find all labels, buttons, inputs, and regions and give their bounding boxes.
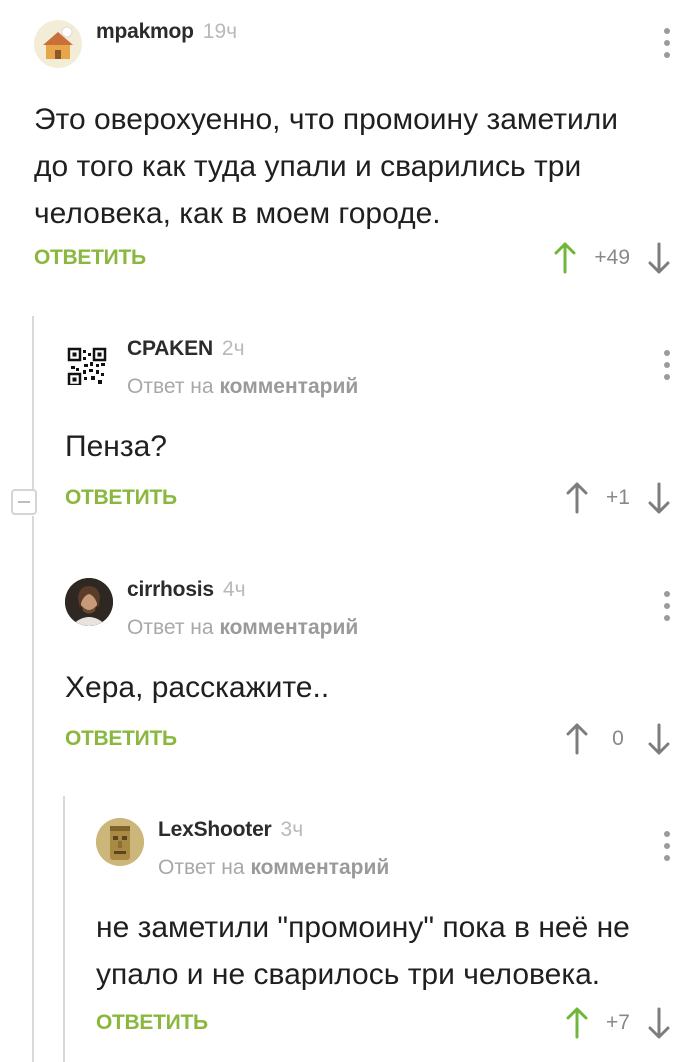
- person-icon: [65, 578, 113, 626]
- comment-text: Это оверохуенно, что промоину заметили д…: [34, 103, 618, 230]
- reply-to-line: Ответ на комментарий: [127, 375, 359, 398]
- reply-to-link[interactable]: комментарий: [250, 856, 389, 879]
- comment-footer: ОТВЕТИТЬ +7: [96, 1003, 700, 1043]
- comment-meta: LexShooter 3ч Ответ на комментарий: [158, 818, 389, 880]
- comment-header: mpakmop 19ч: [34, 20, 237, 68]
- thread-line-level-2: [63, 796, 65, 1062]
- downvote-arrow-icon[interactable]: [644, 721, 674, 757]
- comment-time: 2ч: [221, 337, 245, 360]
- reply-button[interactable]: ОТВЕТИТЬ: [65, 727, 177, 751]
- vote-controls: +49: [550, 238, 674, 278]
- more-options-icon[interactable]: [662, 350, 672, 380]
- author-name[interactable]: mpakmop: [96, 20, 194, 44]
- reply-to-link[interactable]: комментарий: [219, 375, 358, 398]
- comment-meta: mpakmop 19ч: [96, 20, 237, 46]
- comment-meta: cirrhosis 4ч Ответ на комментарий: [127, 578, 358, 640]
- vote-controls: +1: [562, 478, 674, 518]
- comment-footer: ОТВЕТИТЬ 0: [65, 719, 700, 759]
- rating-value: 0: [612, 727, 624, 750]
- comment: LexShooter 3ч Ответ на комментарий не за…: [96, 818, 700, 1062]
- vote-controls: 0: [562, 719, 674, 759]
- rating-value: +7: [606, 1011, 630, 1034]
- qr-code-icon: [67, 347, 107, 385]
- rating-value: +49: [594, 246, 630, 269]
- comment-text: Хера, расскажите..: [65, 671, 330, 704]
- statue-icon: [96, 818, 144, 866]
- downvote-arrow-icon[interactable]: [644, 240, 674, 276]
- comment-footer: ОТВЕТИТЬ +1: [65, 478, 700, 518]
- rating-value: +1: [606, 486, 630, 509]
- collapse-thread-button[interactable]: [11, 489, 37, 515]
- comment-header: CPAKEN 2ч Ответ на комментарий: [65, 337, 358, 399]
- upvote-arrow-icon[interactable]: [562, 480, 592, 516]
- downvote-arrow-icon[interactable]: [644, 1005, 674, 1041]
- comment: mpakmop 19ч Это оверохуенно, что промоин…: [34, 20, 700, 292]
- author-name[interactable]: CPAKEN: [127, 337, 213, 361]
- more-options-icon[interactable]: [662, 831, 672, 861]
- comment-meta: CPAKEN 2ч Ответ на комментарий: [127, 337, 358, 399]
- comment: cirrhosis 4ч Ответ на комментарий Хера, …: [65, 578, 700, 778]
- upvote-arrow-icon[interactable]: [562, 721, 592, 757]
- thread-line-level-1: [32, 316, 34, 490]
- qr-code-avatar[interactable]: [65, 337, 113, 385]
- thread-line-level-1: [32, 516, 34, 1062]
- stone-statue-avatar[interactable]: [96, 818, 144, 866]
- more-options-icon[interactable]: [662, 28, 672, 58]
- upvote-arrow-icon[interactable]: [550, 240, 580, 276]
- reply-button[interactable]: ОТВЕТИТЬ: [34, 246, 146, 270]
- minus-icon: [18, 501, 30, 503]
- reply-button[interactable]: ОТВЕТИТЬ: [65, 486, 177, 510]
- downvote-arrow-icon[interactable]: [644, 480, 674, 516]
- upvote-arrow-icon[interactable]: [562, 1005, 592, 1041]
- reply-to-line: Ответ на комментарий: [127, 616, 359, 639]
- author-name[interactable]: cirrhosis: [127, 578, 214, 602]
- house-avatar[interactable]: [34, 20, 82, 68]
- comment-time: 4ч: [222, 578, 246, 601]
- more-options-icon[interactable]: [662, 591, 672, 621]
- comment-time: 3ч: [280, 818, 304, 841]
- author-name[interactable]: LexShooter: [158, 818, 272, 842]
- comment-text: Пенза?: [65, 430, 167, 463]
- reply-to-link[interactable]: комментарий: [219, 616, 358, 639]
- reply-button[interactable]: ОТВЕТИТЬ: [96, 1011, 208, 1035]
- comment-time: 19ч: [202, 20, 238, 43]
- person-photo-avatar[interactable]: [65, 578, 113, 626]
- vote-controls: +7: [562, 1003, 674, 1043]
- house-icon: [43, 26, 73, 59]
- comment-header: cirrhosis 4ч Ответ на комментарий: [65, 578, 358, 640]
- comment-footer: ОТВЕТИТЬ +49: [34, 238, 700, 278]
- comment-text: не заметили "промоину" пока в неё не упа…: [96, 911, 630, 991]
- comment: CPAKEN 2ч Ответ на комментарий Пенза? ОТ…: [65, 337, 700, 537]
- comment-header: LexShooter 3ч Ответ на комментарий: [96, 818, 389, 880]
- reply-to-line: Ответ на комментарий: [158, 856, 390, 879]
